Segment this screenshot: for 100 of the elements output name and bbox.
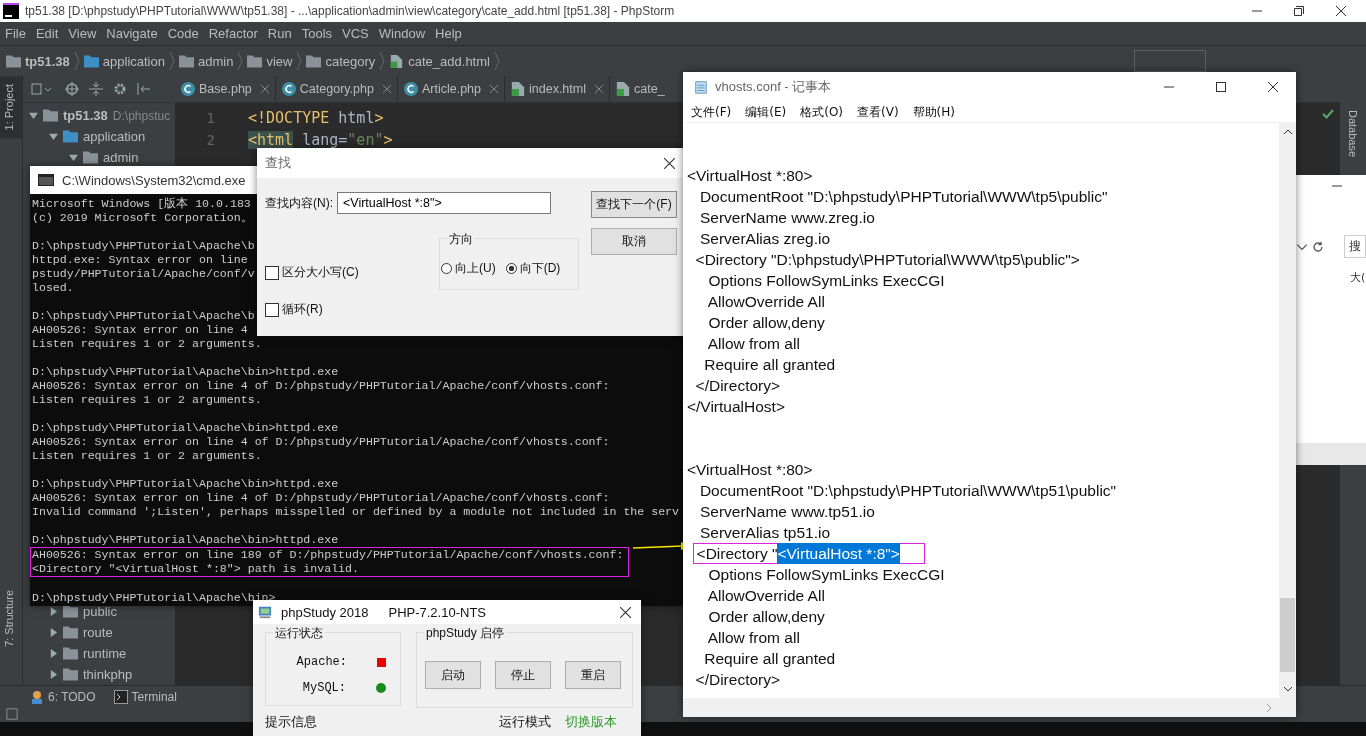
- close-tab-icon[interactable]: [382, 85, 391, 93]
- tool-window-tab[interactable]: 7: Structure: [0, 582, 22, 655]
- radio-button[interactable]: [441, 262, 452, 274]
- scroll-up-icon[interactable]: [1282, 129, 1293, 135]
- tree-item[interactable]: route: [83, 625, 113, 640]
- checkbox[interactable]: [265, 302, 279, 317]
- maximize-icon[interactable]: [1216, 82, 1226, 92]
- expand-arrow-icon[interactable]: [29, 111, 38, 120]
- tree-item[interactable]: public: [83, 604, 117, 619]
- menu-item[interactable]: Run: [267, 26, 292, 41]
- expand-arrow-icon[interactable]: [49, 628, 58, 637]
- tree-item[interactable]: application: [83, 129, 146, 144]
- text-line: </Directory>: [694, 671, 781, 688]
- tool-window-tab[interactable]: 1: Project: [0, 76, 22, 139]
- chevron-icon: [493, 51, 500, 71]
- tool-window-tab[interactable]: Terminal: [113, 690, 177, 704]
- breadcrumb-item[interactable]: application: [83, 53, 165, 69]
- settings-icon[interactable]: [113, 82, 127, 96]
- expand-arrow-icon[interactable]: [49, 607, 58, 616]
- tree-item[interactable]: runtime: [83, 646, 127, 661]
- control-button[interactable]: 启动: [425, 661, 481, 689]
- expand-arrow-icon[interactable]: [49, 132, 58, 141]
- server-icon: [257, 605, 273, 619]
- menu-item[interactable]: 查看(V): [857, 103, 899, 121]
- breadcrumb-item[interactable]: tp51.38: [6, 53, 70, 69]
- page-text: 大(: [1350, 270, 1366, 285]
- editor-tab[interactable]: Article.php: [397, 76, 505, 102]
- menu-item[interactable]: Edit: [35, 26, 59, 41]
- menu-item[interactable]: VCS: [342, 26, 369, 41]
- menu-item[interactable]: 格式(O): [800, 103, 844, 121]
- dialog-button[interactable]: 查找下一个(F): [591, 191, 677, 218]
- menu-item[interactable]: 编辑(E): [745, 103, 787, 121]
- locate-icon[interactable]: [65, 82, 79, 96]
- breadcrumb-item[interactable]: cate_add.html: [389, 53, 490, 69]
- close-icon[interactable]: [664, 157, 675, 169]
- expand-arrow-icon[interactable]: [49, 670, 58, 679]
- dialog-button[interactable]: 取消: [591, 228, 677, 255]
- switch-version-link[interactable]: 切换版本: [565, 713, 617, 731]
- menu-item[interactable]: View: [68, 26, 97, 41]
- console-line: D:\phpstudy\PHPTutorial\Apache\bin>httpd.exe: [32, 477, 339, 491]
- restore-icon[interactable]: [1294, 6, 1304, 16]
- tree-item[interactable]: admin: [103, 150, 139, 165]
- checkbox-label[interactable]: 循环(R): [282, 301, 323, 318]
- menu-item[interactable]: Code: [167, 26, 199, 41]
- tool-window-tab[interactable]: Database: [1345, 102, 1361, 166]
- close-tab-icon[interactable]: [260, 85, 269, 93]
- scroll-right-icon[interactable]: [1266, 702, 1272, 713]
- close-icon[interactable]: [620, 606, 631, 618]
- checkbox-label[interactable]: 区分大小写(C): [282, 264, 359, 281]
- code-token: <!DOCTYPE: [248, 109, 330, 127]
- menu-item[interactable]: Window: [378, 26, 426, 41]
- breadcrumb-item[interactable]: admin: [178, 53, 234, 69]
- horizontal-scrollbar[interactable]: [683, 698, 1296, 717]
- service-name: MySQL:: [302, 681, 346, 695]
- find-field[interactable]: <VirtualHost *:8">: [337, 192, 551, 214]
- text-line: </VirtualHost>: [687, 398, 785, 415]
- editor-tab[interactable]: Base.php: [175, 76, 276, 102]
- todo-icon: [30, 690, 44, 704]
- editor-tab[interactable]: cate_: [610, 76, 665, 102]
- menu-item[interactable]: Navigate: [106, 26, 158, 41]
- text-line: Options FollowSymLinks ExecCGI: [707, 566, 945, 583]
- expand-arrow-icon[interactable]: [69, 153, 78, 162]
- expand-arrow-icon[interactable]: [49, 649, 58, 658]
- breadcrumb-item[interactable]: category: [306, 53, 376, 69]
- control-button[interactable]: 重启: [565, 661, 621, 689]
- checkbox[interactable]: [265, 265, 279, 280]
- close-icon[interactable]: [1268, 82, 1278, 92]
- menu-item[interactable]: Refactor: [208, 26, 258, 41]
- breadcrumb-item[interactable]: view: [247, 53, 293, 69]
- menu-item[interactable]: 文件(F): [691, 103, 732, 121]
- scroll-down-icon[interactable]: [1282, 686, 1293, 692]
- tree-item[interactable]: tp51.38: [63, 108, 108, 123]
- editor-tab[interactable]: Category.php: [275, 76, 398, 102]
- hide-panel-icon[interactable]: [137, 82, 151, 96]
- radio-label[interactable]: 向上(U): [455, 259, 496, 277]
- panel-toggle-icon[interactable]: [6, 708, 18, 720]
- scroll-thumb[interactable]: [1280, 598, 1295, 672]
- vertical-scrollbar[interactable]: [1279, 123, 1296, 698]
- menu-item[interactable]: Help: [435, 26, 462, 41]
- menu-item[interactable]: File: [5, 26, 26, 41]
- menu-item[interactable]: 帮助(H): [912, 103, 955, 121]
- group-label: phpStudy 启停: [424, 625, 507, 642]
- collapse-icon[interactable]: [89, 82, 103, 96]
- tree-item[interactable]: thinkphp: [83, 667, 133, 682]
- console-line: AH00526: Syntax error on line 4 of D:/phpstudy/PHPTutorial/Apache/conf/vhosts.conf:: [32, 379, 610, 393]
- tool-window-tab[interactable]: 6: TODO: [30, 690, 96, 704]
- menu-item[interactable]: Tools: [301, 26, 333, 41]
- close-tab-icon[interactable]: [490, 85, 498, 93]
- close-icon[interactable]: [1336, 6, 1346, 16]
- editor-tab[interactable]: index.html: [505, 76, 610, 102]
- refresh-icon[interactable]: [1312, 240, 1324, 253]
- radio-button[interactable]: [505, 262, 517, 274]
- class-icon: [403, 82, 418, 96]
- search-button[interactable]: 搜: [1344, 235, 1366, 258]
- dialog-title: 查找: [265, 154, 291, 172]
- control-button[interactable]: 停止: [495, 661, 551, 689]
- radio-label[interactable]: 向下(D): [519, 259, 561, 277]
- window-title: phpStudy 2018: [281, 604, 369, 620]
- text-line: ServerName www.zreg.io: [698, 209, 875, 226]
- close-tab-icon[interactable]: [595, 85, 603, 93]
